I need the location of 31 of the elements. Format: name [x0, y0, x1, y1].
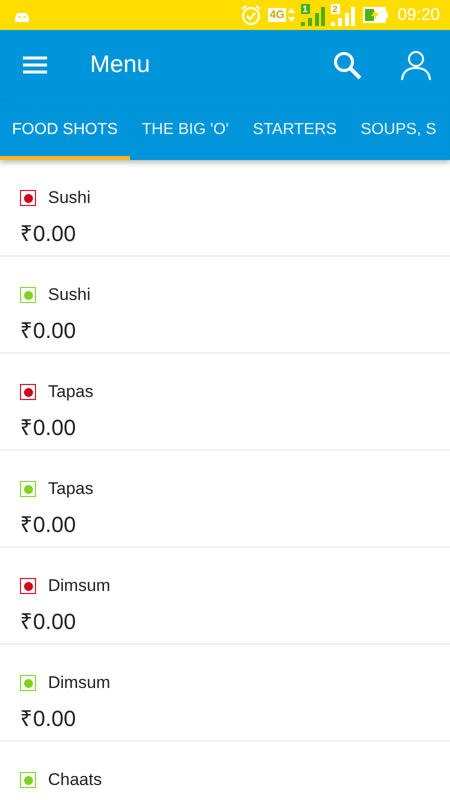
profile-button[interactable] — [400, 49, 432, 81]
item-name: Tapas — [48, 479, 94, 499]
item-name: Tapas — [48, 382, 94, 402]
item-price: ₹0.00 — [20, 705, 77, 732]
sim-number: 1 — [301, 4, 308, 14]
person-icon — [400, 49, 432, 81]
item-name: Sushi — [48, 188, 91, 208]
category-tab[interactable]: THE BIG 'O' — [130, 100, 241, 160]
clock-time: 09:20 — [397, 5, 440, 25]
item-name: Dimsum — [48, 673, 110, 693]
data-arrows-icon — [288, 7, 296, 23]
item-name: Sushi — [48, 285, 91, 305]
item-price: ₹0.00 — [20, 220, 77, 247]
alarm-clock-icon — [240, 4, 262, 26]
search-icon — [332, 50, 362, 80]
app-title: Menu — [90, 51, 152, 79]
menu-button[interactable] — [22, 55, 48, 75]
item-name: Dimsum — [48, 576, 110, 596]
signal-icon — [301, 4, 326, 26]
item-price: ₹0.00 — [20, 317, 77, 344]
item-price: ₹0.00 — [20, 608, 77, 635]
item-price: ₹0.00 — [20, 414, 77, 441]
category-tab[interactable]: SOUPS, S — [348, 100, 448, 160]
search-button[interactable] — [332, 50, 362, 80]
signal-icon — [331, 4, 356, 26]
category-tab[interactable]: STARTERS — [240, 100, 349, 160]
item-name: Chaats — [48, 770, 102, 790]
sim-number: 2 — [331, 4, 338, 14]
menu-icon — [22, 55, 48, 75]
item-price: ₹0.00 — [20, 511, 77, 538]
battery-charging-icon — [363, 7, 390, 23]
